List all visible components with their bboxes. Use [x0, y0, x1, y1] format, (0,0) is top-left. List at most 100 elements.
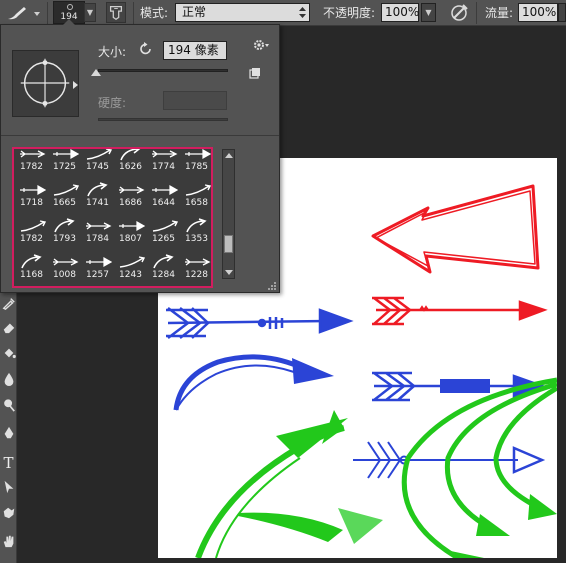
separator: [476, 2, 477, 24]
brush-arrow-thumbnail-icon: [186, 218, 207, 233]
brush-arrow-thumbnail-icon: [119, 186, 145, 194]
resize-grip-icon[interactable]: [267, 281, 277, 291]
brush-preset-number: 1725: [53, 162, 76, 172]
divider: [1, 135, 279, 136]
brush-arrow-thumbnail-icon: [152, 184, 178, 196]
brush-preset-number: 1793: [53, 234, 76, 244]
brush-preset-item[interactable]: 1284: [148, 253, 179, 286]
separator: [133, 2, 134, 24]
brush-preset-number: 1782: [20, 234, 43, 244]
brush-preset-list: 1782 1725 1745 1626 1774 1785 1718 1665 1741 1686…: [12, 147, 213, 288]
paint-bucket-icon[interactable]: [0, 346, 17, 366]
brush-preset-item[interactable]: 1782: [16, 149, 47, 179]
brush-preset-item[interactable]: 1784: [82, 217, 113, 251]
brush-list-scrollbar[interactable]: [222, 149, 235, 279]
pressure-opacity-icon[interactable]: [449, 2, 469, 23]
size-slider[interactable]: [98, 69, 228, 72]
brush-preset-item[interactable]: 1243: [115, 253, 146, 286]
scroll-down-icon[interactable]: [225, 270, 233, 275]
blur-icon[interactable]: [0, 372, 17, 392]
brush-preset-item[interactable]: 1257: [82, 253, 113, 286]
blue-curved-arrow: [173, 354, 334, 411]
hand-icon[interactable]: [0, 534, 17, 554]
brush-preset-item[interactable]: 1626: [115, 149, 146, 179]
gear-icon[interactable]: [253, 39, 271, 51]
brush-arrow-thumbnail-icon: [120, 149, 141, 161]
pen-icon[interactable]: [0, 426, 17, 446]
new-preset-icon[interactable]: [249, 67, 261, 79]
brush-preset-item[interactable]: 1718: [16, 181, 47, 215]
brush-arrow-thumbnail-icon: [119, 256, 145, 268]
brush-arrow-thumbnail-icon: [152, 150, 178, 158]
brush-arrow-thumbnail-icon: [20, 184, 46, 196]
size-input[interactable]: 194 像素: [163, 41, 227, 60]
brush-preset-item[interactable]: 1658: [181, 181, 211, 215]
brush-preset-item[interactable]: 1686: [115, 181, 146, 215]
brush-preset-number: 1785: [185, 162, 208, 172]
brush-preset-item[interactable]: 1353: [181, 217, 211, 251]
brush-preset-number: 1658: [185, 198, 208, 208]
opacity-input[interactable]: 100%: [381, 3, 419, 22]
brush-preset-dropdown-icon[interactable]: ▼: [84, 3, 96, 22]
scroll-thumb[interactable]: [224, 235, 233, 253]
brush-preset-item[interactable]: 1785: [181, 149, 211, 179]
brush-preset-number: 1784: [86, 234, 109, 244]
brush-preset-number: 1741: [86, 198, 109, 208]
brush-preset-item[interactable]: 1644: [148, 181, 179, 215]
opacity-dropdown-icon[interactable]: ▼: [421, 3, 436, 22]
brush-preset-item[interactable]: 1725: [49, 149, 80, 179]
brush-arrow-thumbnail-icon: [53, 258, 79, 266]
flow-input[interactable]: 100%: [518, 3, 558, 22]
brush-preset-item[interactable]: 1774: [148, 149, 179, 179]
brush-preset-item[interactable]: 1782: [16, 217, 47, 251]
hardness-label: 硬度:: [98, 96, 127, 110]
brush-icon[interactable]: [4, 3, 44, 23]
toggle-brush-panel-button[interactable]: [106, 2, 126, 23]
brush-arrow-thumbnail-icon: [185, 184, 211, 196]
scroll-up-icon[interactable]: [225, 153, 233, 158]
size-slider-thumb[interactable]: [91, 69, 101, 76]
mode-select[interactable]: 正常: [175, 3, 310, 22]
history-brush-icon[interactable]: [0, 296, 17, 316]
eraser-icon[interactable]: [0, 320, 17, 340]
custom-shape-icon[interactable]: [0, 506, 17, 526]
photoshop-window: 194 ▼ 模式: 正常 不透明度: 100% ▼ 流量: 100% T 大小:…: [0, 0, 566, 563]
preview-arrow-icon: [73, 81, 78, 89]
brush-preset-number: 1718: [20, 198, 43, 208]
brush-preset-item[interactable]: 1228: [181, 253, 211, 286]
flow-dropdown-icon[interactable]: [558, 3, 566, 22]
brush-preset-item[interactable]: 1807: [115, 217, 146, 251]
brush-preset-number: 1284: [152, 270, 175, 280]
brush-preset-item[interactable]: 1745: [82, 149, 113, 179]
brush-preset-item[interactable]: 1008: [49, 253, 80, 286]
brush-angle-icon[interactable]: [13, 51, 78, 116]
path-select-icon[interactable]: [0, 480, 17, 500]
brush-arrow-thumbnail-icon: [20, 220, 46, 232]
red-feather-arrow: [372, 296, 548, 326]
reset-size-icon[interactable]: [139, 42, 153, 56]
type-icon[interactable]: T: [0, 453, 17, 473]
brush-preset-number: 1008: [53, 270, 76, 280]
mode-value: 正常: [182, 5, 207, 19]
brush-preset-item[interactable]: 1741: [82, 181, 113, 215]
brush-arrow-thumbnail-icon: [152, 220, 178, 232]
brush-tip-icon: [67, 4, 73, 10]
brush-preset-item[interactable]: 1168: [16, 253, 47, 286]
brush-arrow-thumbnail-icon: [86, 256, 112, 268]
brush-preset-number: 1243: [119, 270, 142, 280]
brush-preset-number: 1626: [119, 162, 142, 172]
brush-preset-number: 1686: [119, 198, 142, 208]
brush-preset-item[interactable]: 1793: [49, 217, 80, 251]
brush-preset-item[interactable]: 1665: [49, 181, 80, 215]
brush-arrow-thumbnail-icon: [87, 182, 108, 197]
blue-feather-arrow: [166, 307, 354, 339]
brush-arrow-thumbnail-icon: [54, 218, 75, 233]
mode-label: 模式:: [140, 6, 169, 20]
dodge-icon[interactable]: [0, 398, 17, 418]
brush-preset-item[interactable]: 1265: [148, 217, 179, 251]
opacity-label: 不透明度:: [323, 6, 376, 20]
hardness-input: [163, 91, 227, 110]
brush-arrow-thumbnail-icon: [53, 149, 79, 160]
brush-preset-number: 1168: [20, 270, 43, 280]
brush-arrow-thumbnail-icon: [53, 184, 79, 196]
